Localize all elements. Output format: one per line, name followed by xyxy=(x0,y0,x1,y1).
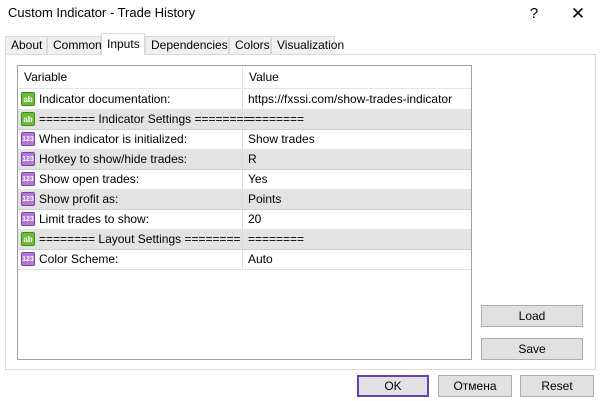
variable-cell: 123 When indicator is initialized: xyxy=(18,130,243,149)
tab-dependencies[interactable]: Dependencies xyxy=(145,36,229,55)
tab-inputs[interactable]: Inputs xyxy=(101,33,145,55)
value-cell[interactable]: ======== xyxy=(243,110,471,129)
reset-button[interactable]: Reset xyxy=(520,375,594,397)
table-row-separator[interactable]: ab ======== Indicator Settings ======== … xyxy=(18,110,471,130)
tab-visualization[interactable]: Visualization xyxy=(271,36,344,55)
cancel-button[interactable]: Отмена xyxy=(438,375,512,397)
number-icon: 123 xyxy=(21,152,35,166)
value-cell[interactable]: R xyxy=(243,150,471,169)
number-icon: 123 xyxy=(21,252,35,266)
save-button[interactable]: Save xyxy=(481,338,583,360)
variable-label: Hotkey to show/hide trades: xyxy=(39,152,188,166)
variable-label: Color Scheme: xyxy=(39,252,119,266)
window-title: Custom Indicator - Trade History xyxy=(8,5,196,20)
variable-label: When indicator is initialized: xyxy=(39,132,188,146)
variable-cell: 123 Hotkey to show/hide trades: xyxy=(18,150,243,169)
variable-cell: 123 Color Scheme: xyxy=(18,250,243,269)
value-cell[interactable]: Show trades xyxy=(243,130,471,149)
variable-label: Show profit as: xyxy=(39,192,119,206)
ok-button[interactable]: OK xyxy=(357,375,429,397)
variable-label: Limit trades to show: xyxy=(39,212,150,226)
column-header-variable[interactable]: Variable xyxy=(18,66,243,89)
value-cell[interactable]: 20 xyxy=(243,210,471,229)
table-row[interactable]: 123 Color Scheme: Auto xyxy=(18,250,471,270)
table-row-separator[interactable]: ab ======== Layout Settings ======== ===… xyxy=(18,230,471,250)
table-row[interactable]: 123 Hotkey to show/hide trades: R xyxy=(18,150,471,170)
value-cell[interactable]: https://fxssi.com/show-trades-indicator xyxy=(243,90,471,109)
variable-label: ======== Layout Settings ======== xyxy=(39,232,241,246)
inputs-grid: Variable Value ab Indicator documentatio… xyxy=(17,65,472,360)
variable-label: Show open trades: xyxy=(39,172,140,186)
title-bar: Custom Indicator - Trade History ? ✕ xyxy=(0,0,600,30)
variable-cell: 123 Limit trades to show: xyxy=(18,210,243,229)
column-header-value[interactable]: Value xyxy=(243,66,471,89)
tab-colors[interactable]: Colors xyxy=(229,36,271,55)
help-button[interactable]: ? xyxy=(512,0,556,28)
variable-cell: 123 Show profit as: xyxy=(18,190,243,209)
number-icon: 123 xyxy=(21,212,35,226)
variable-cell: ab ======== Layout Settings ======== xyxy=(18,230,243,249)
tab-common[interactable]: Common xyxy=(47,36,102,55)
variable-label: ======== Indicator Settings ======== xyxy=(39,112,251,126)
table-row[interactable]: 123 When indicator is initialized: Show … xyxy=(18,130,471,150)
table-row[interactable]: 123 Show open trades: Yes xyxy=(18,170,471,190)
variable-cell: ab ======== Indicator Settings ======== xyxy=(18,110,251,129)
variable-label: Indicator documentation: xyxy=(39,92,171,106)
table-row[interactable]: ab Indicator documentation: https://fxss… xyxy=(18,90,471,110)
table-row[interactable]: 123 Limit trades to show: 20 xyxy=(18,210,471,230)
string-icon: ab xyxy=(21,232,35,246)
variable-cell: ab Indicator documentation: xyxy=(18,90,243,109)
value-cell[interactable]: Auto xyxy=(243,250,471,269)
value-cell[interactable]: ======== xyxy=(243,230,471,249)
string-icon: ab xyxy=(21,112,35,126)
load-button[interactable]: Load xyxy=(481,305,583,327)
table-row[interactable]: 123 Show profit as: Points xyxy=(18,190,471,210)
string-icon: ab xyxy=(21,92,35,106)
number-icon: 123 xyxy=(21,192,35,206)
value-cell[interactable]: Points xyxy=(243,190,471,209)
variable-cell: 123 Show open trades: xyxy=(18,170,243,189)
number-icon: 123 xyxy=(21,172,35,186)
value-cell[interactable]: Yes xyxy=(243,170,471,189)
tab-about[interactable]: About xyxy=(5,36,47,55)
grid-header: Variable Value xyxy=(18,66,471,89)
close-icon[interactable]: ✕ xyxy=(556,0,600,28)
number-icon: 123 xyxy=(21,132,35,146)
